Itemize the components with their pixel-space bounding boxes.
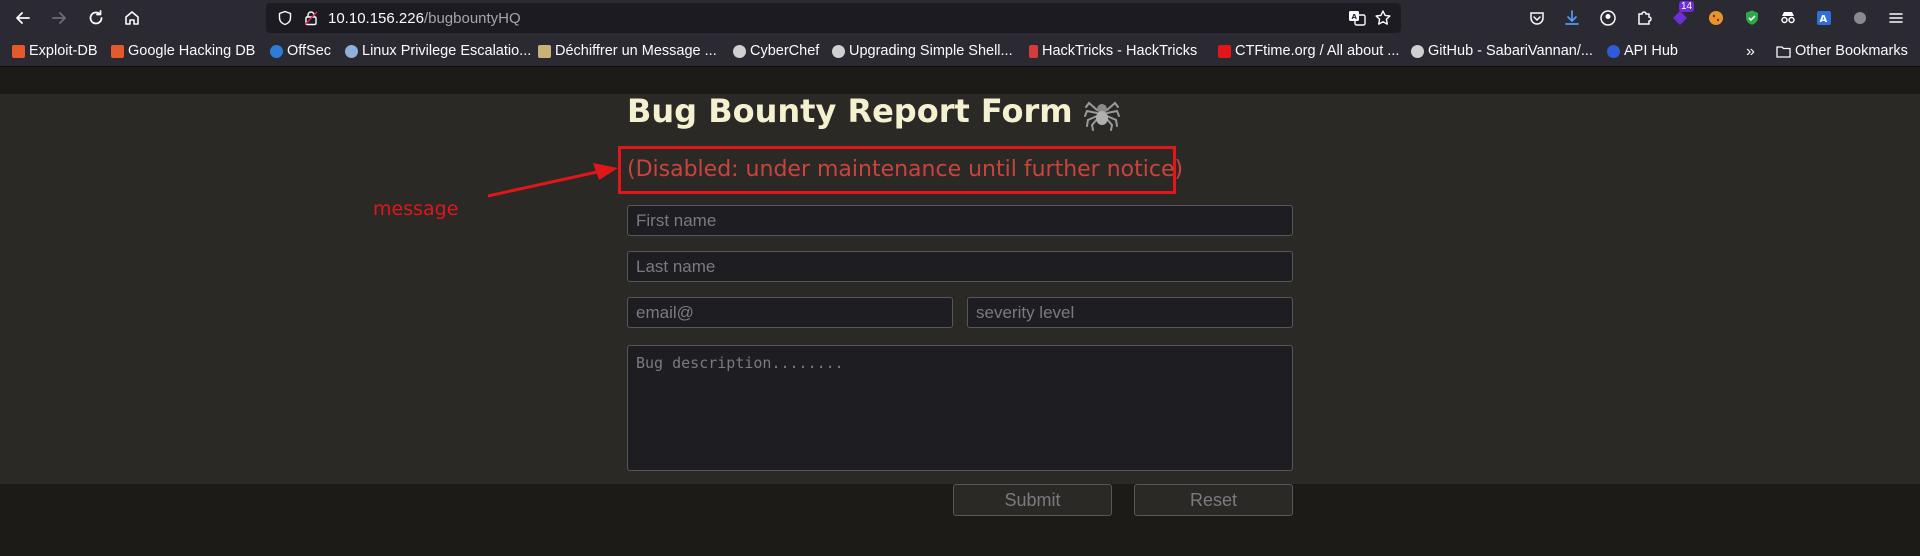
bookmark-api-hub[interactable]: API Hub xyxy=(1607,43,1678,59)
submit-button[interactable]: Submit xyxy=(953,484,1112,516)
bookmark-github[interactable]: GitHub - SabariVannan/... xyxy=(1411,43,1593,59)
url-bar[interactable]: 10.10.156.226/bugbountyHQ A xyxy=(266,3,1401,33)
page-title: Bug Bounty Report Form xyxy=(627,92,1073,130)
svg-text:A: A xyxy=(1820,14,1828,25)
browser-toolbar: 10.10.156.226/bugbountyHQ A 14 A xyxy=(0,0,1920,36)
bookmark-dechiffrer[interactable]: Déchiffrer un Message ... xyxy=(538,43,717,59)
wordpress-icon xyxy=(345,44,358,58)
forward-icon[interactable] xyxy=(47,6,71,30)
shield-icon[interactable] xyxy=(276,9,294,27)
bookmark-label: HackTricks - HackTricks xyxy=(1042,43,1198,59)
page-top-strip xyxy=(0,67,1920,94)
reload-icon[interactable] xyxy=(84,6,108,30)
bookmark-google-hacking-db[interactable]: Google Hacking DB xyxy=(111,43,255,59)
annotation-arrow xyxy=(487,163,618,198)
ctftime-icon xyxy=(1218,44,1231,58)
home-icon[interactable] xyxy=(120,6,144,30)
bookmark-label: Linux Privilege Escalatio... xyxy=(362,43,532,59)
ninja-icon xyxy=(832,44,845,58)
shield-check-icon[interactable] xyxy=(1741,7,1763,29)
reset-button[interactable]: Reset xyxy=(1134,484,1293,516)
url-host: 10.10.156.226 xyxy=(328,10,424,27)
menu-icon[interactable] xyxy=(1885,7,1907,29)
spy-icon[interactable] xyxy=(1777,7,1799,29)
bookmark-label: API Hub xyxy=(1624,43,1678,59)
bookmark-label: Upgrading Simple Shell... xyxy=(849,43,1013,59)
email-input[interactable] xyxy=(627,297,953,328)
folder-icon xyxy=(1776,45,1791,58)
last-name-input[interactable] xyxy=(627,251,1293,282)
ghdb-icon xyxy=(111,44,124,58)
bookmarks-overflow-button[interactable]: » xyxy=(1746,43,1755,61)
bookmark-label: Google Hacking DB xyxy=(128,43,256,59)
other-bookmarks-folder[interactable]: Other Bookmarks xyxy=(1776,43,1908,59)
star-icon[interactable] xyxy=(1374,9,1392,27)
maintenance-notice: (Disabled: under maintenance until furth… xyxy=(627,157,1184,182)
extension-badge-icon[interactable]: 14 xyxy=(1669,1,1695,29)
back-icon[interactable] xyxy=(11,6,35,30)
pocket-icon[interactable] xyxy=(1526,7,1548,29)
extensions-icon[interactable] xyxy=(1633,7,1655,29)
lock-icon[interactable] xyxy=(302,9,320,27)
first-name-input[interactable] xyxy=(627,205,1293,236)
bookmark-label: Exploit-DB xyxy=(29,43,98,59)
url-path: /bugbountyHQ xyxy=(423,10,521,27)
bookmark-label: CyberChef xyxy=(750,43,820,59)
bookmark-upgrading-shell[interactable]: Upgrading Simple Shell... xyxy=(832,43,1013,59)
bookmark-exploit-db[interactable]: Exploit-DB xyxy=(12,43,98,59)
chevrons-right-icon: » xyxy=(1746,43,1755,60)
bookmark-label: OffSec xyxy=(287,43,332,59)
api-hub-icon xyxy=(1607,44,1620,58)
cookie-icon[interactable] xyxy=(1705,7,1727,29)
annotation-label: message xyxy=(373,198,459,220)
puzzle-icon[interactable] xyxy=(1849,7,1871,29)
bookmark-offsec[interactable]: OffSec xyxy=(270,43,331,59)
bookmark-cyberchef[interactable]: CyberChef xyxy=(733,43,819,59)
svg-text:A: A xyxy=(1352,13,1358,21)
cyberchef-icon xyxy=(733,44,746,58)
download-icon[interactable] xyxy=(1561,7,1583,29)
url-text[interactable]: 10.10.156.226/bugbountyHQ xyxy=(328,10,521,27)
translate-icon[interactable]: A xyxy=(1348,9,1366,27)
dcode-icon xyxy=(538,44,551,58)
account-icon[interactable] xyxy=(1597,7,1619,29)
bookmark-label: GitHub - SabariVannan/... xyxy=(1428,43,1593,59)
downloads-badge: 14 xyxy=(1679,1,1695,12)
github-icon xyxy=(1411,44,1424,58)
bookmark-label: CTFtime.org / All about ... xyxy=(1235,43,1400,59)
translate-ext-icon[interactable]: A xyxy=(1813,7,1835,29)
bookmark-label: Déchiffrer un Message ... xyxy=(555,43,717,59)
exploit-db-icon xyxy=(12,44,25,58)
bookmark-hacktricks[interactable]: HackTricks - HackTricks xyxy=(1029,43,1197,59)
offsec-icon xyxy=(270,44,283,58)
hacktricks-icon xyxy=(1029,44,1038,58)
bookmark-linux-privesc[interactable]: Linux Privilege Escalatio... xyxy=(345,43,531,59)
other-bookmarks-label: Other Bookmarks xyxy=(1795,43,1908,59)
spider-icon xyxy=(1084,101,1120,131)
bookmark-ctftime[interactable]: CTFtime.org / All about ... xyxy=(1218,43,1399,59)
bookmarks-bar: Exploit-DB Google Hacking DB OffSec Linu… xyxy=(0,36,1920,67)
bug-description-textarea[interactable] xyxy=(627,345,1293,471)
severity-level-input[interactable] xyxy=(967,297,1293,328)
